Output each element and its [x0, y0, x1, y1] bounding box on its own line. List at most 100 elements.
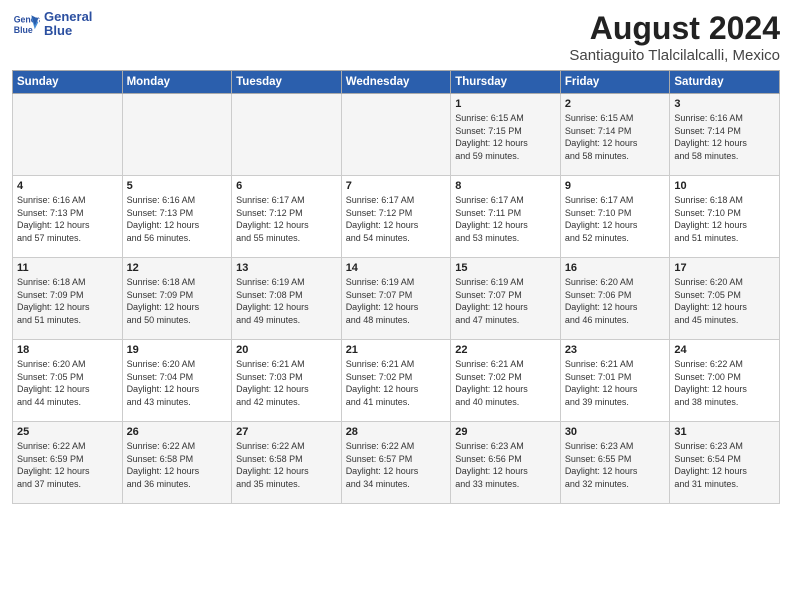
day-info: Sunrise: 6:21 AM Sunset: 7:01 PM Dayligh… [565, 358, 666, 408]
day-number: 3 [674, 98, 775, 110]
calendar-cell: 9Sunrise: 6:17 AM Sunset: 7:10 PM Daylig… [560, 176, 670, 258]
header-friday: Friday [560, 71, 670, 94]
main-title: August 2024 [569, 10, 780, 47]
day-number: 16 [565, 262, 666, 274]
day-info: Sunrise: 6:15 AM Sunset: 7:15 PM Dayligh… [455, 112, 556, 162]
calendar-cell: 8 Sunrise: 6:17 AM Sunset: 7:11 PM Daylig… [451, 176, 561, 258]
day-info: Sunrise: 6:22 AM Sunset: 6:58 PM Dayligh… [127, 440, 228, 490]
day-info: Sunrise: 6:16 AM Sunset: 7:14 PM Dayligh… [674, 112, 775, 162]
header-saturday: Saturday [670, 71, 780, 94]
day-info: Sunrise: 6:17 AM Sunset: 7:12 PM Dayligh… [236, 194, 337, 244]
day-info: Sunrise: 6:18 AM Sunset: 7:10 PM Dayligh… [674, 194, 775, 244]
logo-line2: Blue [44, 24, 92, 38]
day-number: 6 [236, 180, 337, 192]
calendar-cell: 3 Sunrise: 6:16 AM Sunset: 7:14 PM Daylig… [670, 94, 780, 176]
calendar-week-1: 4 Sunrise: 6:16 AM Sunset: 7:13 PM Daylig… [13, 176, 780, 258]
calendar-cell: 31Sunrise: 6:23 AM Sunset: 6:54 PM Dayli… [670, 422, 780, 504]
calendar-week-4: 25 Sunrise: 6:22 AM Sunset: 6:59 PM Dayli… [13, 422, 780, 504]
svg-text:Blue: Blue [14, 25, 33, 35]
day-number: 15 [455, 262, 556, 274]
sub-title: Santiaguito Tlalcilalcalli, Mexico [569, 47, 780, 64]
calendar-cell: 23 Sunrise: 6:21 AM Sunset: 7:01 PM Dayli… [560, 340, 670, 422]
day-info: Sunrise: 6:20 AM Sunset: 7:04 PM Dayligh… [127, 358, 228, 408]
calendar-cell: 6 Sunrise: 6:17 AM Sunset: 7:12 PM Daylig… [232, 176, 342, 258]
day-number: 21 [346, 344, 447, 356]
day-number: 19 [127, 344, 228, 356]
day-info: Sunrise: 6:20 AM Sunset: 7:06 PM Dayligh… [565, 276, 666, 326]
day-number: 9 [565, 180, 666, 192]
calendar-cell: 25 Sunrise: 6:22 AM Sunset: 6:59 PM Dayli… [13, 422, 123, 504]
day-info: Sunrise: 6:20 AM Sunset: 7:05 PM Dayligh… [17, 358, 118, 408]
day-number: 20 [236, 344, 337, 356]
day-info: Sunrise: 6:18 AM Sunset: 7:09 PM Dayligh… [17, 276, 118, 326]
calendar-cell: 27 Sunrise: 6:22 AM Sunset: 6:58 PM Dayli… [232, 422, 342, 504]
calendar-cell: 16 Sunrise: 6:20 AM Sunset: 7:06 PM Dayli… [560, 258, 670, 340]
calendar-cell: 22 Sunrise: 6:21 AM Sunset: 7:02 PM Dayli… [451, 340, 561, 422]
calendar-cell: 15 Sunrise: 6:19 AM Sunset: 7:07 PM Dayli… [451, 258, 561, 340]
calendar-cell: 5 Sunrise: 6:16 AM Sunset: 7:13 PM Daylig… [122, 176, 232, 258]
calendar-cell: 14 Sunrise: 6:19 AM Sunset: 7:07 PM Dayli… [341, 258, 451, 340]
day-number: 27 [236, 426, 337, 438]
day-number: 11 [17, 262, 118, 274]
day-number: 28 [346, 426, 447, 438]
day-number: 23 [565, 344, 666, 356]
calendar-cell: 26Sunrise: 6:22 AM Sunset: 6:58 PM Dayli… [122, 422, 232, 504]
calendar-cell: 4 Sunrise: 6:16 AM Sunset: 7:13 PM Daylig… [13, 176, 123, 258]
calendar-cell: 24Sunrise: 6:22 AM Sunset: 7:00 PM Dayli… [670, 340, 780, 422]
day-info: Sunrise: 6:19 AM Sunset: 7:07 PM Dayligh… [346, 276, 447, 326]
header-monday: Monday [122, 71, 232, 94]
day-number: 22 [455, 344, 556, 356]
calendar-cell: 17 Sunrise: 6:20 AM Sunset: 7:05 PM Dayli… [670, 258, 780, 340]
calendar-cell: 21Sunrise: 6:21 AM Sunset: 7:02 PM Dayli… [341, 340, 451, 422]
day-info: Sunrise: 6:21 AM Sunset: 7:02 PM Dayligh… [455, 358, 556, 408]
day-number: 8 [455, 180, 556, 192]
day-info: Sunrise: 6:22 AM Sunset: 6:57 PM Dayligh… [346, 440, 447, 490]
day-number: 25 [17, 426, 118, 438]
header-tuesday: Tuesday [232, 71, 342, 94]
calendar-cell [341, 94, 451, 176]
day-number: 14 [346, 262, 447, 274]
calendar-cell: 29Sunrise: 6:23 AM Sunset: 6:56 PM Dayli… [451, 422, 561, 504]
calendar-cell: 11 Sunrise: 6:18 AM Sunset: 7:09 PM Dayli… [13, 258, 123, 340]
day-number: 1 [455, 98, 556, 110]
day-info: Sunrise: 6:19 AM Sunset: 7:08 PM Dayligh… [236, 276, 337, 326]
day-info: Sunrise: 6:17 AM Sunset: 7:12 PM Dayligh… [346, 194, 447, 244]
calendar-cell: 20 Sunrise: 6:21 AM Sunset: 7:03 PM Dayli… [232, 340, 342, 422]
header-thursday: Thursday [451, 71, 561, 94]
logo-text-block: General Blue [44, 10, 92, 39]
logo-icon: General Blue [12, 10, 40, 38]
day-info: Sunrise: 6:16 AM Sunset: 7:13 PM Dayligh… [127, 194, 228, 244]
day-info: Sunrise: 6:23 AM Sunset: 6:56 PM Dayligh… [455, 440, 556, 490]
day-number: 30 [565, 426, 666, 438]
day-info: Sunrise: 6:16 AM Sunset: 7:13 PM Dayligh… [17, 194, 118, 244]
calendar-cell: 10Sunrise: 6:18 AM Sunset: 7:10 PM Dayli… [670, 176, 780, 258]
day-info: Sunrise: 6:19 AM Sunset: 7:07 PM Dayligh… [455, 276, 556, 326]
day-number: 13 [236, 262, 337, 274]
day-info: Sunrise: 6:23 AM Sunset: 6:54 PM Dayligh… [674, 440, 775, 490]
day-number: 12 [127, 262, 228, 274]
header-wednesday: Wednesday [341, 71, 451, 94]
day-info: Sunrise: 6:22 AM Sunset: 6:59 PM Dayligh… [17, 440, 118, 490]
calendar-cell [13, 94, 123, 176]
day-info: Sunrise: 6:18 AM Sunset: 7:09 PM Dayligh… [127, 276, 228, 326]
day-info: Sunrise: 6:15 AM Sunset: 7:14 PM Dayligh… [565, 112, 666, 162]
day-info: Sunrise: 6:20 AM Sunset: 7:05 PM Dayligh… [674, 276, 775, 326]
calendar-cell: 2 Sunrise: 6:15 AM Sunset: 7:14 PM Daylig… [560, 94, 670, 176]
calendar-week-3: 18 Sunrise: 6:20 AM Sunset: 7:05 PM Dayli… [13, 340, 780, 422]
day-number: 7 [346, 180, 447, 192]
day-number: 4 [17, 180, 118, 192]
day-info: Sunrise: 6:22 AM Sunset: 6:58 PM Dayligh… [236, 440, 337, 490]
calendar-cell [232, 94, 342, 176]
day-info: Sunrise: 6:21 AM Sunset: 7:03 PM Dayligh… [236, 358, 337, 408]
day-number: 18 [17, 344, 118, 356]
day-number: 2 [565, 98, 666, 110]
calendar-week-2: 11 Sunrise: 6:18 AM Sunset: 7:09 PM Dayli… [13, 258, 780, 340]
day-number: 17 [674, 262, 775, 274]
day-info: Sunrise: 6:17 AM Sunset: 7:11 PM Dayligh… [455, 194, 556, 244]
day-number: 5 [127, 180, 228, 192]
page-container: General Blue General Blue August 2024 Sa… [0, 0, 792, 512]
calendar-cell: 19 Sunrise: 6:20 AM Sunset: 7:04 PM Dayli… [122, 340, 232, 422]
calendar-cell: 7 Sunrise: 6:17 AM Sunset: 7:12 PM Daylig… [341, 176, 451, 258]
calendar-cell: 1 Sunrise: 6:15 AM Sunset: 7:15 PM Daylig… [451, 94, 561, 176]
title-block: August 2024 Santiaguito Tlalcilalcalli, … [569, 10, 780, 64]
